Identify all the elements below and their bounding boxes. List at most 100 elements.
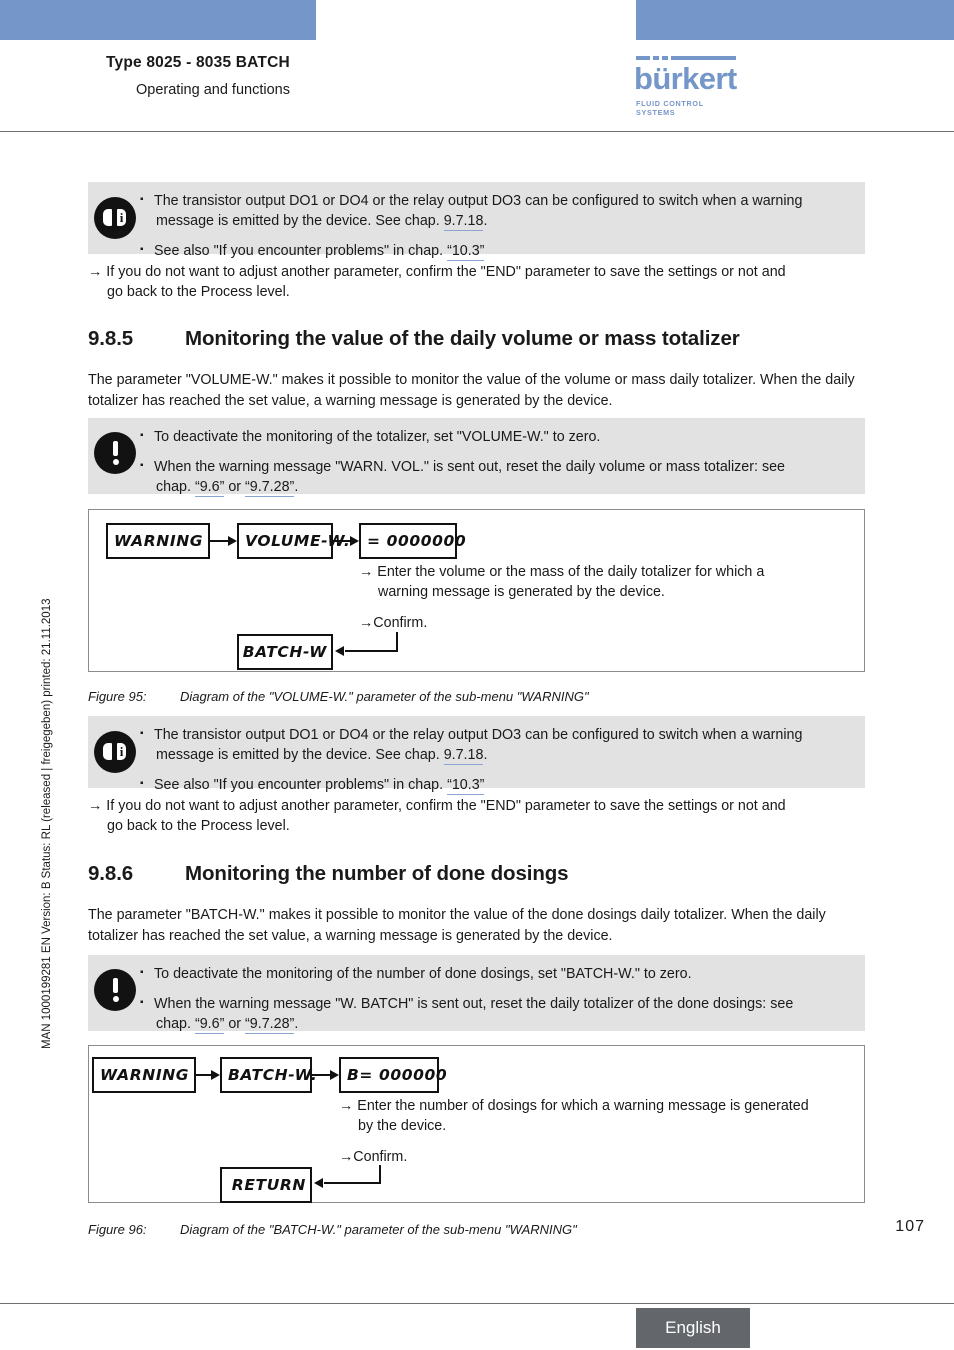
note-line: When the warning message "W. BATCH" is s… — [154, 996, 794, 1012]
note-line: or — [224, 1016, 246, 1032]
note-line: See also "If you encounter problems" in … — [154, 243, 448, 259]
note-line: . — [294, 1016, 299, 1032]
page-number: 107 — [895, 1218, 925, 1235]
burkert-logo: bürkert FLUID CONTROL SYSTEMS — [634, 56, 739, 117]
lcd-box-warning: WARNING — [92, 1057, 196, 1093]
lcd-box-next-param: RETURN — [220, 1167, 312, 1203]
top-accent-bar-right — [636, 0, 954, 40]
document-title: Type 8025 - 8035 BATCH — [106, 54, 290, 71]
document-subtitle: Operating and functions — [136, 82, 290, 98]
note-item: The transistor output DO1 or DO4 or the … — [140, 190, 857, 231]
heading-9-8-6: 9.8.6 Monitoring the number of done dosin… — [88, 862, 569, 886]
info-icon: i — [94, 197, 136, 239]
note-item: When the warning message "W. BATCH" is s… — [140, 993, 857, 1034]
figure-note-line: warning message is generated by the devi… — [378, 584, 665, 600]
chapter-xref-link[interactable]: 9.7.18 — [443, 747, 484, 765]
figure-96-diagram: WARNING BATCH-W. B= 000000 → Enter the n… — [88, 1045, 865, 1203]
arrow-glyph: → — [339, 1098, 354, 1114]
figure-note-line: Confirm. — [373, 615, 428, 631]
top-accent-bar-left — [0, 0, 316, 40]
chapter-xref-link[interactable]: “9.7.28” — [245, 1016, 295, 1034]
figure-95-diagram: WARNING VOLUME-W. = 0000000 → Enter the … — [88, 509, 865, 672]
figure-95-enter-note: → Enter the volume or the mass of the da… — [359, 562, 839, 602]
info-note-box-middle: i The transistor output DO1 or DO4 or th… — [88, 716, 865, 795]
note-line: . — [483, 213, 488, 229]
footer-divider — [0, 1303, 954, 1304]
note-item: The transistor output DO1 or DO4 or the … — [140, 724, 857, 765]
heading-number: 9.8.6 — [88, 862, 134, 885]
arrow-glyph: → — [359, 564, 374, 580]
side-imprint-text: MAN 1000199281 EN Version: B Status: RL … — [41, 598, 53, 1050]
figure-note-line: Enter the number of dosings for which a … — [357, 1098, 809, 1114]
figure-95-confirm-note: →Confirm. — [359, 613, 427, 633]
note-item: When the warning message "WARN. VOL." is… — [140, 456, 857, 497]
note-line: To deactivate the monitoring of the tota… — [154, 429, 601, 445]
figure-96-caption: Figure 96: Diagram of the "BATCH-W." para… — [88, 1222, 577, 1237]
note-line: The transistor output DO1 or DO4 or the … — [154, 193, 803, 209]
arrow-paragraph-line: If you do not want to adjust another par… — [106, 798, 786, 814]
note-line: . — [483, 747, 488, 763]
note-line: . — [294, 479, 299, 495]
chapter-xref-link[interactable]: “10.3” — [447, 243, 485, 261]
lcd-box-value: = 0000000 — [359, 523, 466, 559]
body-line: The parameter "VOLUME-W." makes it possi… — [88, 372, 798, 388]
arrow-paragraph-line: If you do not want to adjust another par… — [106, 264, 786, 280]
info-note-box-top: i The transistor output DO1 or DO4 or th… — [88, 182, 865, 261]
heading-number: 9.8.5 — [88, 327, 134, 350]
logo-tagline: FLUID CONTROL SYSTEMS — [636, 99, 704, 117]
chapter-xref-link[interactable]: “9.6” — [194, 1016, 225, 1034]
header-divider — [0, 131, 954, 132]
caption-text: Diagram of the "BATCH-W." parameter of t… — [180, 1222, 577, 1237]
note-line: message is emitted by the device. See ch… — [156, 213, 444, 229]
warning-note-box-9-8-5: To deactivate the monitoring of the tota… — [88, 418, 865, 497]
arrow-paragraph-line: go back to the Process level. — [107, 818, 290, 834]
note-line: chap. — [156, 479, 195, 495]
heading-text: Monitoring the value of the daily volume… — [185, 327, 740, 350]
figure-95-caption: Figure 95: Diagram of the "VOLUME-W." par… — [88, 689, 589, 704]
note-item: To deactivate the monitoring of the tota… — [140, 426, 857, 447]
note-line: When the warning message "WARN. VOL." is… — [154, 459, 786, 475]
lcd-box-value: B= 000000 — [339, 1057, 447, 1093]
figure-note-line: Confirm. — [353, 1149, 408, 1165]
warning-icon — [94, 432, 136, 474]
note-line: The transistor output DO1 or DO4 or the … — [154, 727, 803, 743]
note-item: To deactivate the monitoring of the numb… — [140, 963, 857, 984]
figure-96-enter-note: → Enter the number of dosings for which … — [339, 1096, 869, 1136]
arrow-glyph: → — [359, 615, 374, 631]
heading-9-8-5: 9.8.5 Monitoring the value of the daily v… — [88, 327, 740, 351]
lcd-box-warning: WARNING — [106, 523, 210, 559]
note-line: To deactivate the monitoring of the numb… — [154, 966, 692, 982]
lcd-box-next-param: BATCH-W — [237, 634, 333, 670]
arrow-glyph: → — [339, 1149, 354, 1165]
note-item: See also "If you encounter problems" in … — [140, 240, 857, 261]
caption-text: Diagram of the "VOLUME-W." parameter of … — [180, 689, 589, 704]
chapter-xref-link[interactable]: “9.6” — [194, 479, 225, 497]
page-header: Type 8025 - 8035 BATCH Operating and fun… — [0, 40, 954, 131]
note-line: message is emitted by the device. See ch… — [156, 747, 444, 763]
body-line: The parameter "BATCH-W." makes it possib… — [88, 907, 793, 923]
note-line: chap. — [156, 1016, 195, 1032]
language-tab: English — [636, 1308, 750, 1348]
warning-icon — [94, 969, 136, 1011]
figure-note-line: by the device. — [358, 1118, 447, 1134]
caption-number: Figure 95: — [88, 689, 147, 704]
arrow-paragraph-middle: → If you do not want to adjust another pa… — [88, 796, 878, 836]
arrow-glyph: → — [88, 798, 103, 814]
body-paragraph-9-8-5: The parameter "VOLUME-W." makes it possi… — [88, 370, 863, 412]
arrow-paragraph-line: go back to the Process level. — [107, 284, 290, 300]
lcd-box-parameter: VOLUME-W. — [237, 523, 350, 559]
note-line: See also "If you encounter problems" in … — [154, 777, 448, 793]
note-line: or — [224, 479, 246, 495]
lcd-box-parameter: BATCH-W. — [220, 1057, 317, 1093]
heading-text: Monitoring the number of done dosings — [185, 862, 569, 885]
chapter-xref-link[interactable]: “10.3” — [447, 777, 485, 795]
warning-note-box-9-8-6: To deactivate the monitoring of the numb… — [88, 955, 865, 1034]
chapter-xref-link[interactable]: “9.7.28” — [245, 479, 295, 497]
logo-wordmark: bürkert — [634, 61, 737, 96]
figure-96-confirm-note: →Confirm. — [339, 1147, 407, 1167]
arrow-glyph: → — [88, 264, 103, 280]
caption-number: Figure 96: — [88, 1222, 147, 1237]
arrow-paragraph-top: → If you do not want to adjust another pa… — [88, 262, 878, 302]
info-icon: i — [94, 731, 136, 773]
chapter-xref-link[interactable]: 9.7.18 — [443, 213, 484, 231]
